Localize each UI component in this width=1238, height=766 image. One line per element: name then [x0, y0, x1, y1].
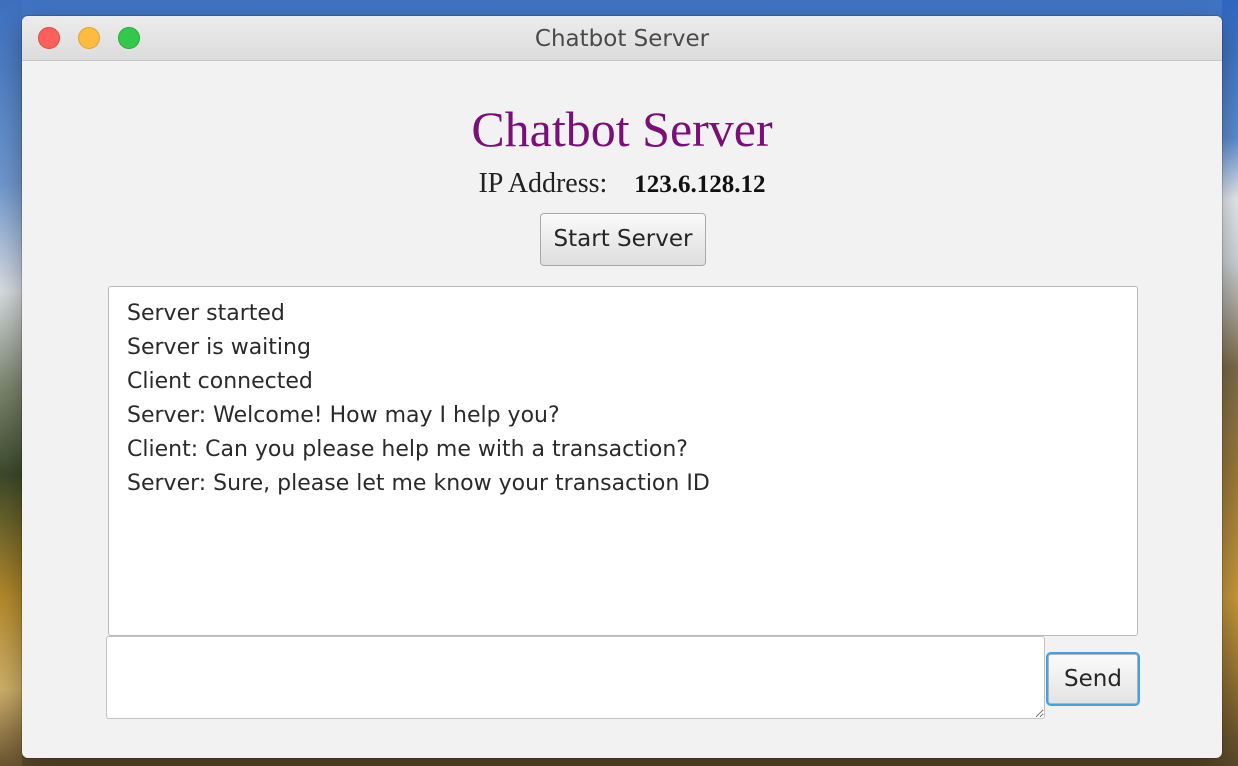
log-line: Server started	[127, 301, 285, 326]
ip-address-label: IP Address:	[478, 168, 608, 199]
chat-log-area[interactable]: Server started Server is waiting Client …	[108, 286, 1138, 636]
title-bar[interactable]: Chatbot Server	[22, 16, 1222, 61]
start-server-button[interactable]: Start Server	[540, 213, 706, 266]
log-line: Server: Welcome! How may I help you?	[127, 403, 560, 428]
app-window: Chatbot Server Chatbot Server IP Address…	[22, 16, 1222, 758]
ip-address-value: 123.6.128.12	[634, 171, 766, 198]
send-button[interactable]: Send	[1046, 652, 1140, 706]
log-line: Client connected	[127, 369, 313, 394]
log-line: Server: Sure, please let me know your tr…	[127, 471, 710, 496]
app-heading: Chatbot Server	[471, 101, 773, 157]
ip-address-row: IP Address: 123.6.128.12	[22, 166, 1222, 203]
message-input[interactable]	[106, 636, 1045, 719]
desktop-wallpaper-left	[0, 0, 22, 766]
log-line: Server is waiting	[127, 335, 311, 360]
desktop-wallpaper-right	[1222, 0, 1238, 766]
log-line: Client: Can you please help me with a tr…	[127, 437, 688, 462]
window-title: Chatbot Server	[534, 26, 710, 52]
